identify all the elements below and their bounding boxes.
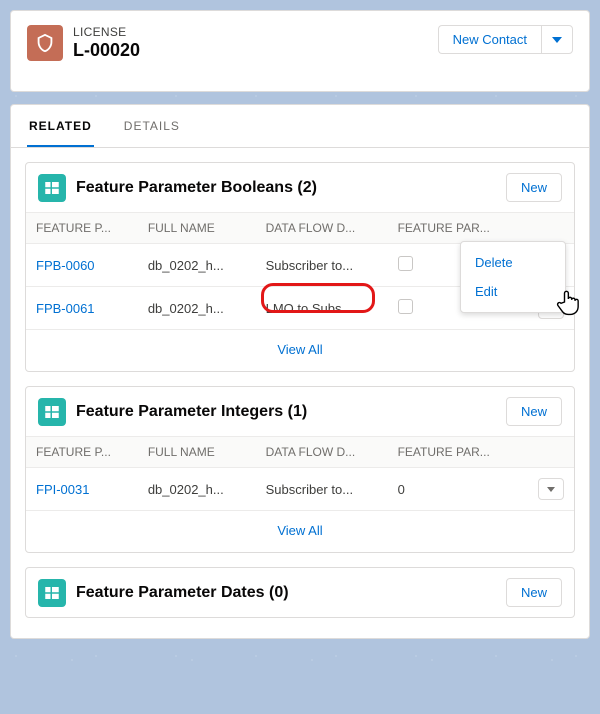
col-full-name[interactable]: FULL NAME [138, 437, 256, 468]
record-name: L-00020 [73, 40, 140, 61]
header-actions-menu-button[interactable] [541, 25, 573, 54]
header-actions: New Contact [438, 25, 573, 54]
cell-feature-par: 0 [388, 468, 520, 511]
col-feature-p[interactable]: FEATURE P... [26, 213, 138, 244]
related-list-dates: Feature Parameter Dates (0) New [25, 567, 575, 618]
row-action-menu: Delete Edit [460, 241, 566, 313]
cell-data-flow: Subscriber to... [256, 468, 388, 511]
related-list-integers: Feature Parameter Integers (1) New FEATU… [25, 386, 575, 553]
record-link[interactable]: FPB-0060 [36, 258, 95, 273]
feature-parameter-icon [38, 174, 66, 202]
tab-related[interactable]: RELATED [27, 105, 94, 147]
new-boolean-button[interactable]: New [506, 173, 562, 202]
integers-table: FEATURE P... FULL NAME DATA FLOW D... FE… [26, 436, 574, 510]
view-all-integers: View All [26, 510, 574, 552]
view-all-booleans: View All [26, 329, 574, 371]
cursor-hand-icon [554, 287, 582, 320]
related-list-title[interactable]: Feature Parameter Booleans (2) [76, 179, 317, 197]
view-all-link[interactable]: View All [277, 342, 322, 357]
col-full-name[interactable]: FULL NAME [138, 213, 256, 244]
chevron-down-icon [552, 37, 562, 43]
new-integer-button[interactable]: New [506, 397, 562, 426]
cell-full-name: db_0202_h... [138, 244, 256, 287]
col-feature-par[interactable]: FEATURE PAR... [388, 437, 520, 468]
object-label: LICENSE [73, 25, 140, 39]
table-row: FPI-0031 db_0202_h... Subscriber to... 0 [26, 468, 574, 511]
col-data-flow[interactable]: DATA FLOW D... [256, 437, 388, 468]
tabs: RELATED DETAILS [11, 105, 589, 148]
checkbox[interactable] [398, 256, 413, 271]
menu-item-edit[interactable]: Edit [461, 277, 565, 306]
col-feature-par[interactable]: FEATURE PAR... [388, 213, 520, 244]
related-list-title[interactable]: Feature Parameter Integers (1) [76, 403, 307, 421]
feature-parameter-icon [38, 398, 66, 426]
record-body: RELATED DETAILS Feature Parameter Boolea… [10, 104, 590, 639]
feature-parameter-icon [38, 579, 66, 607]
record-link[interactable]: FPB-0061 [36, 301, 95, 316]
related-list-title[interactable]: Feature Parameter Dates (0) [76, 584, 289, 602]
checkbox[interactable] [398, 299, 413, 314]
cell-data-flow: LMO to Subs... [256, 287, 388, 330]
record-header: LICENSE L-00020 New Contact [10, 10, 590, 92]
new-date-button[interactable]: New [506, 578, 562, 607]
new-contact-button[interactable]: New Contact [438, 25, 541, 54]
record-link[interactable]: FPI-0031 [36, 482, 89, 497]
view-all-link[interactable]: View All [277, 523, 322, 538]
row-action-menu-button[interactable] [538, 478, 564, 500]
related-list-booleans: Feature Parameter Booleans (2) New FEATU… [25, 162, 575, 372]
col-data-flow[interactable]: DATA FLOW D... [256, 213, 388, 244]
cell-data-flow: Subscriber to... [256, 244, 388, 287]
chevron-down-icon [547, 487, 555, 492]
col-feature-p[interactable]: FEATURE P... [26, 437, 138, 468]
cell-full-name: db_0202_h... [138, 468, 256, 511]
menu-item-delete[interactable]: Delete [461, 248, 565, 277]
tab-details[interactable]: DETAILS [122, 105, 182, 147]
license-object-icon [27, 25, 63, 61]
cell-full-name: db_0202_h... [138, 287, 256, 330]
